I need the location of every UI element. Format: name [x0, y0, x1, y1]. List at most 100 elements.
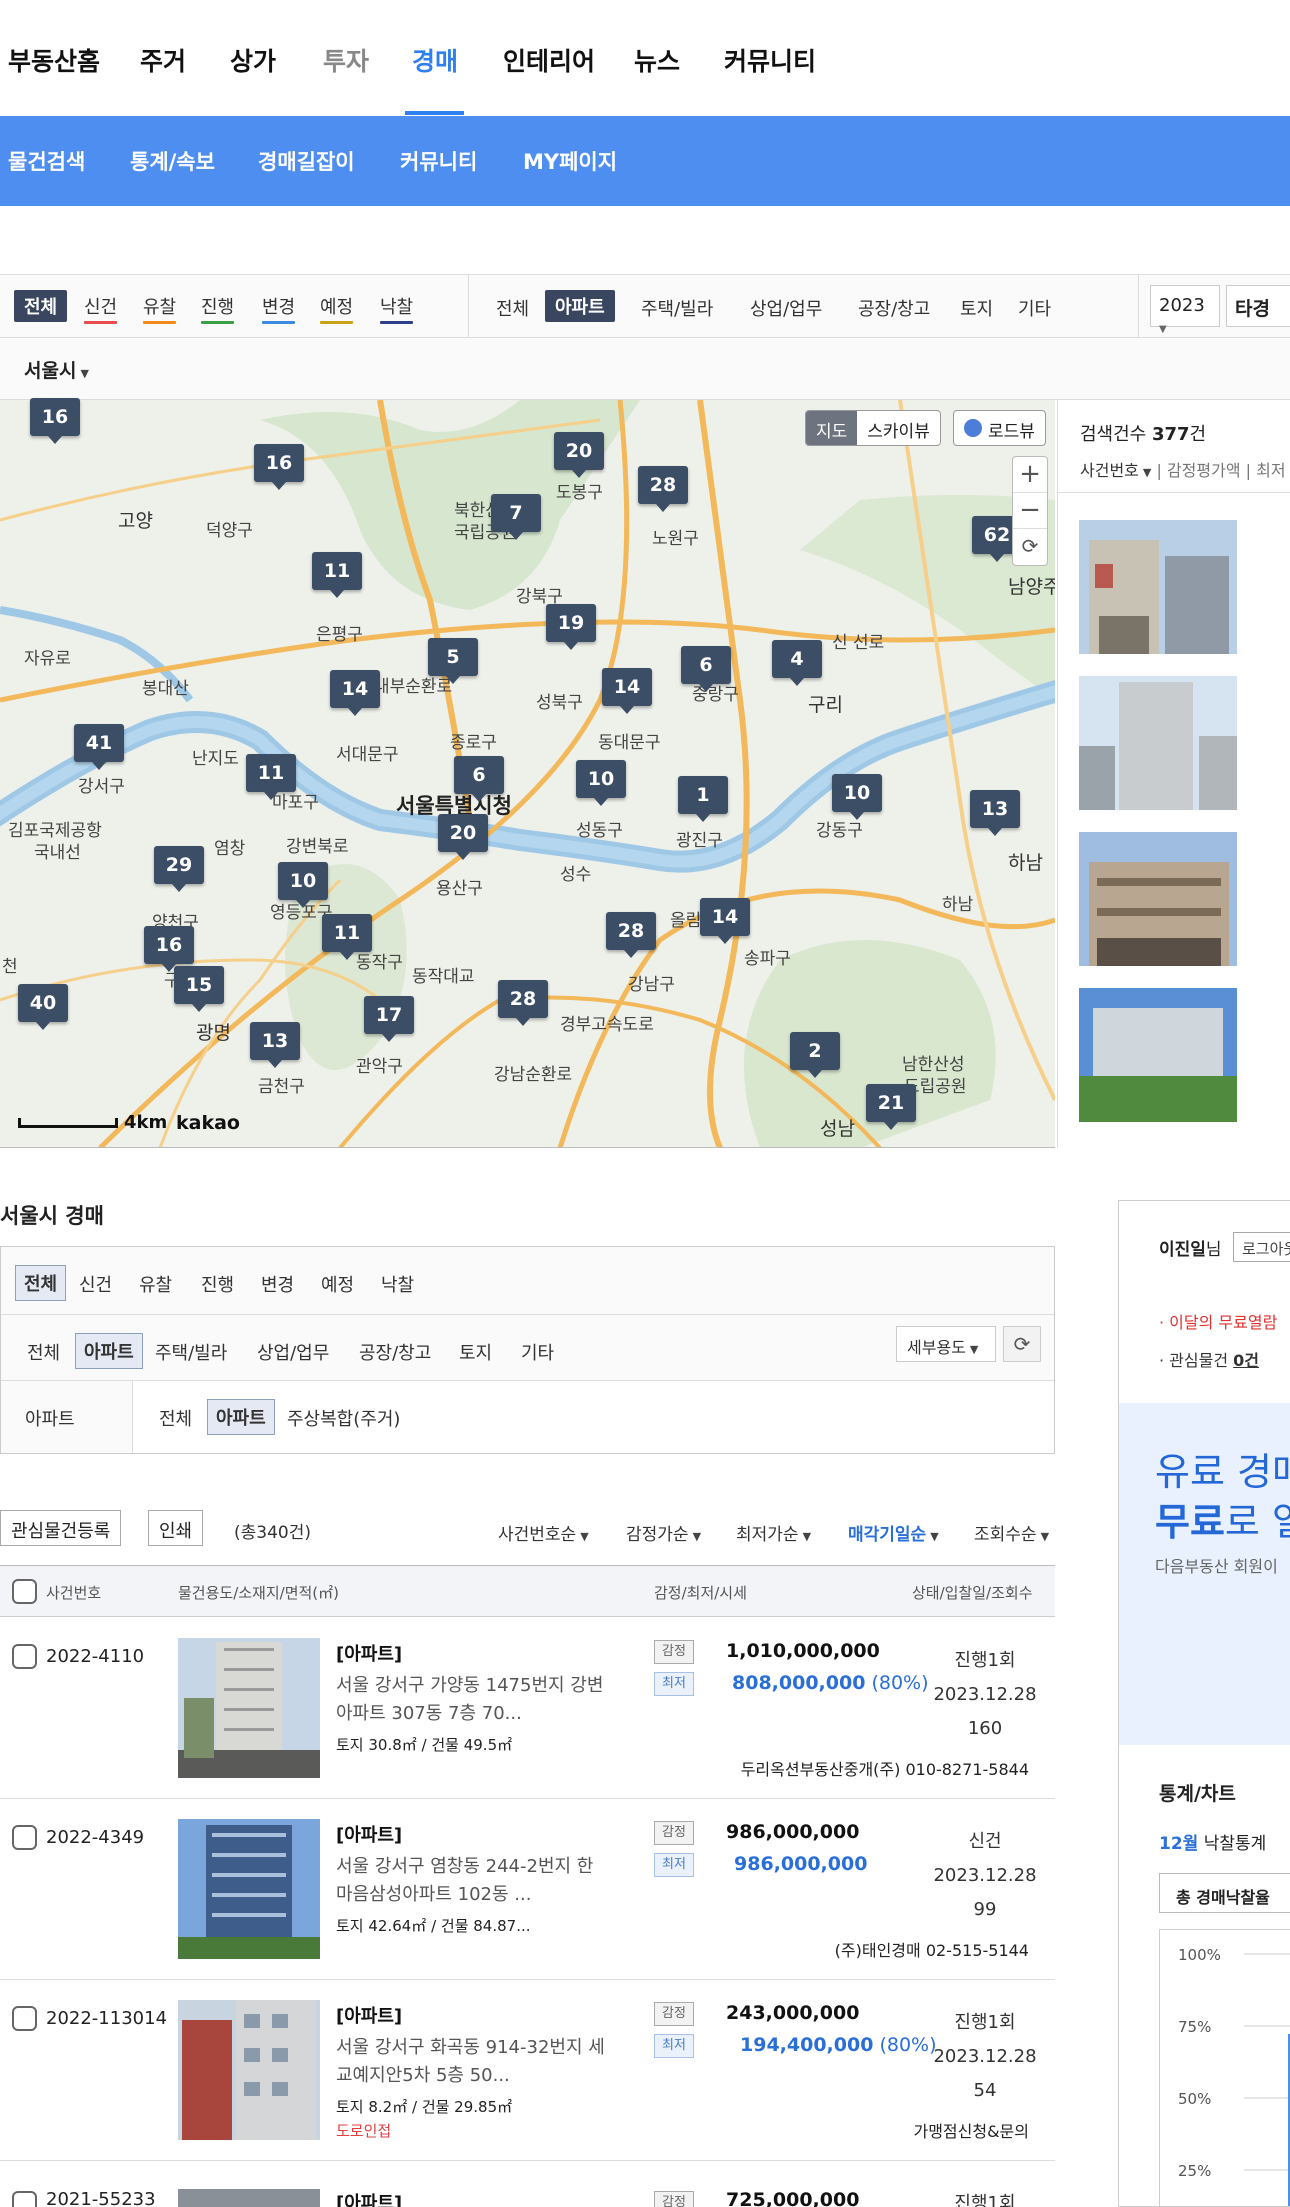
case-number[interactable]: 2022-4349 — [46, 1827, 144, 1848]
section-status-sold[interactable]: 낙찰 — [381, 1271, 414, 1297]
agent-info[interactable]: (주)태인경매 02-515-5144 — [835, 1937, 1029, 1961]
type-apartment[interactable]: 아파트 — [545, 290, 615, 322]
year-select[interactable]: 2023 ▼ — [1150, 285, 1220, 335]
sort-minimum-price[interactable]: 최저가순 ▼ — [736, 1520, 811, 1545]
agent-info[interactable]: 가맹점신청&문의 — [913, 2118, 1029, 2142]
map-cluster-marker[interactable]: 20 — [438, 814, 488, 860]
add-favorite-button[interactable]: 관심물건등록 — [0, 1510, 122, 1546]
map-cluster-marker[interactable]: 2 — [790, 1032, 840, 1078]
subnav-guide[interactable]: 경매길잡이 — [258, 146, 355, 176]
row-checkbox[interactable] — [12, 2006, 37, 2031]
table-row[interactable]: 2022-113014 [아파트] 서울 강서구 화곡동 914-32번지 세교… — [0, 1980, 1055, 2161]
map-cluster-marker[interactable]: 10 — [832, 774, 882, 820]
section-type-etc[interactable]: 기타 — [521, 1339, 554, 1365]
map-type-skyview[interactable]: 스카이뷰 — [857, 411, 940, 445]
refresh-icon[interactable]: ⟳ — [1013, 529, 1047, 565]
map-cluster-marker[interactable]: 13 — [970, 790, 1020, 836]
type-etc[interactable]: 기타 — [1018, 295, 1051, 321]
tab-total-rate[interactable]: 총 경매낙찰율 — [1159, 1873, 1290, 1913]
zoom-out-button[interactable]: − — [1013, 493, 1047, 529]
map-cluster-marker[interactable]: 4 — [772, 640, 822, 686]
map-cluster-marker[interactable]: 11 — [322, 914, 372, 960]
sub-type-mixed-use[interactable]: 주상복합(주거) — [287, 1405, 400, 1431]
map-cluster-marker[interactable]: 21 — [866, 1084, 916, 1130]
case-number[interactable]: 2021-55233 — [46, 2189, 156, 2207]
case-number[interactable]: 2022-4110 — [46, 1646, 144, 1667]
status-scheduled[interactable]: 예정 — [320, 293, 354, 324]
row-checkbox[interactable] — [12, 1644, 37, 1669]
result-thumbnail[interactable] — [1079, 520, 1237, 654]
section-status-failed[interactable]: 유찰 — [139, 1271, 172, 1297]
type-house[interactable]: 주택/빌라 — [641, 295, 713, 321]
free-view-link[interactable]: · 이달의 무료열람 — [1159, 1309, 1277, 1333]
map-cluster-marker[interactable]: 17 — [364, 996, 414, 1042]
favorite-count[interactable]: · 관심물건 0건 — [1159, 1347, 1259, 1371]
property-address[interactable]: 서울 강서구 화곡동 914-32번지 세교예지안5차 5층 50... — [336, 2034, 606, 2090]
logout-button[interactable]: 로그아웃 — [1233, 1232, 1290, 1262]
section-type-house[interactable]: 주택/빌라 — [155, 1339, 227, 1365]
map-cluster-marker[interactable]: 13 — [250, 1022, 300, 1068]
section-status-scheduled[interactable]: 예정 — [321, 1271, 354, 1297]
section-type-commercial[interactable]: 상업/업무 — [257, 1339, 329, 1365]
map-cluster-marker[interactable]: 41 — [74, 724, 124, 770]
sort-case-number[interactable]: 사건번호순 ▼ — [498, 1520, 589, 1545]
nav-interior[interactable]: 인테리어 — [503, 42, 595, 78]
result-thumbnail[interactable] — [1079, 676, 1237, 810]
map-cluster-marker[interactable]: 28 — [498, 980, 548, 1026]
section-status-changed[interactable]: 변경 — [261, 1271, 294, 1297]
section-status-progress[interactable]: 진행 — [201, 1271, 234, 1297]
sort-appraisal[interactable]: 감정평가액 — [1167, 461, 1241, 480]
promo-banner[interactable]: 유료 경매 무료로 열 다음부동산 회원이 — [1119, 1403, 1290, 1745]
property-photo[interactable] — [178, 2189, 320, 2207]
map-cluster-marker[interactable]: 16 — [30, 398, 80, 444]
section-type-land[interactable]: 토지 — [459, 1339, 492, 1365]
sort-views[interactable]: 조회수순 ▼ — [974, 1520, 1049, 1545]
roadview-button[interactable]: 로드뷰 — [953, 410, 1046, 446]
agent-info[interactable]: 두리옥션부동산중개(주) 010-8271-5844 — [741, 1756, 1029, 1780]
refresh-button[interactable]: ⟳ — [1003, 1326, 1041, 1362]
map-cluster-marker[interactable]: 6 — [454, 756, 504, 802]
sub-type-apartment[interactable]: 아파트 — [207, 1399, 275, 1435]
property-address[interactable]: 서울 강서구 염창동 244-2번지 한마음삼성아파트 102동 ... — [336, 1853, 606, 1909]
section-type-factory[interactable]: 공장/창고 — [359, 1339, 431, 1365]
status-changed[interactable]: 변경 — [262, 293, 296, 324]
map-cluster-marker[interactable]: 28 — [606, 912, 656, 958]
subnav-community[interactable]: 커뮤니티 — [400, 146, 477, 176]
detail-use-select[interactable]: 세부용도 ▼ — [896, 1326, 996, 1362]
property-address[interactable]: 서울 강서구 가양동 1475번지 강변아파트 307동 7층 70... — [336, 1672, 606, 1728]
status-failed[interactable]: 유찰 — [143, 293, 177, 324]
map-cluster-marker[interactable]: 1 — [678, 776, 728, 822]
nav-community[interactable]: 커뮤니티 — [724, 42, 816, 78]
table-row[interactable]: 2022-4349 [아파트] 서울 강서구 염창동 244-2번지 한마음삼성… — [0, 1799, 1055, 1980]
map-cluster-marker[interactable]: 20 — [554, 432, 604, 478]
type-commercial[interactable]: 상업/업무 — [750, 295, 822, 321]
property-kind[interactable]: [아파트] — [336, 2189, 402, 2207]
map-cluster-marker[interactable]: 14 — [602, 668, 652, 714]
subnav-search[interactable]: 물건검색 — [8, 146, 85, 176]
nav-auction[interactable]: 경매 — [412, 42, 458, 78]
map-cluster-marker[interactable]: 14 — [330, 670, 380, 716]
type-all[interactable]: 전체 — [496, 295, 529, 321]
row-checkbox[interactable] — [12, 2191, 37, 2207]
map-cluster-marker[interactable]: 6 — [681, 646, 731, 692]
case-type-select[interactable]: 타경 — [1226, 285, 1290, 327]
sort-sale-date[interactable]: 매각기일순 ▼ — [848, 1520, 939, 1545]
sort-appraisal-price[interactable]: 감정가순 ▼ — [626, 1520, 701, 1545]
map-cluster-marker[interactable]: 28 — [638, 466, 688, 512]
map-cluster-marker[interactable]: 11 — [312, 552, 362, 598]
subnav-stats[interactable]: 통계/속보 — [130, 146, 215, 176]
map-cluster-marker[interactable]: 29 — [154, 846, 204, 892]
status-new[interactable]: 신건 — [84, 293, 118, 324]
type-factory[interactable]: 공장/창고 — [858, 295, 930, 321]
sort-minimum[interactable]: 최저 — [1256, 461, 1285, 480]
property-kind[interactable]: [아파트] — [336, 1821, 402, 1847]
nav-news[interactable]: 뉴스 — [634, 42, 680, 78]
row-checkbox[interactable] — [12, 1825, 37, 1850]
sort-case-number[interactable]: 사건번호 ▼ — [1080, 461, 1151, 480]
nav-home[interactable]: 부동산홈 — [8, 42, 100, 78]
result-thumbnail[interactable] — [1079, 832, 1237, 966]
property-kind[interactable]: [아파트] — [336, 1640, 402, 1666]
map-cluster-marker[interactable]: 5 — [428, 638, 478, 684]
case-number[interactable]: 2022-113014 — [46, 2008, 167, 2029]
nav-residential[interactable]: 주거 — [140, 42, 186, 78]
